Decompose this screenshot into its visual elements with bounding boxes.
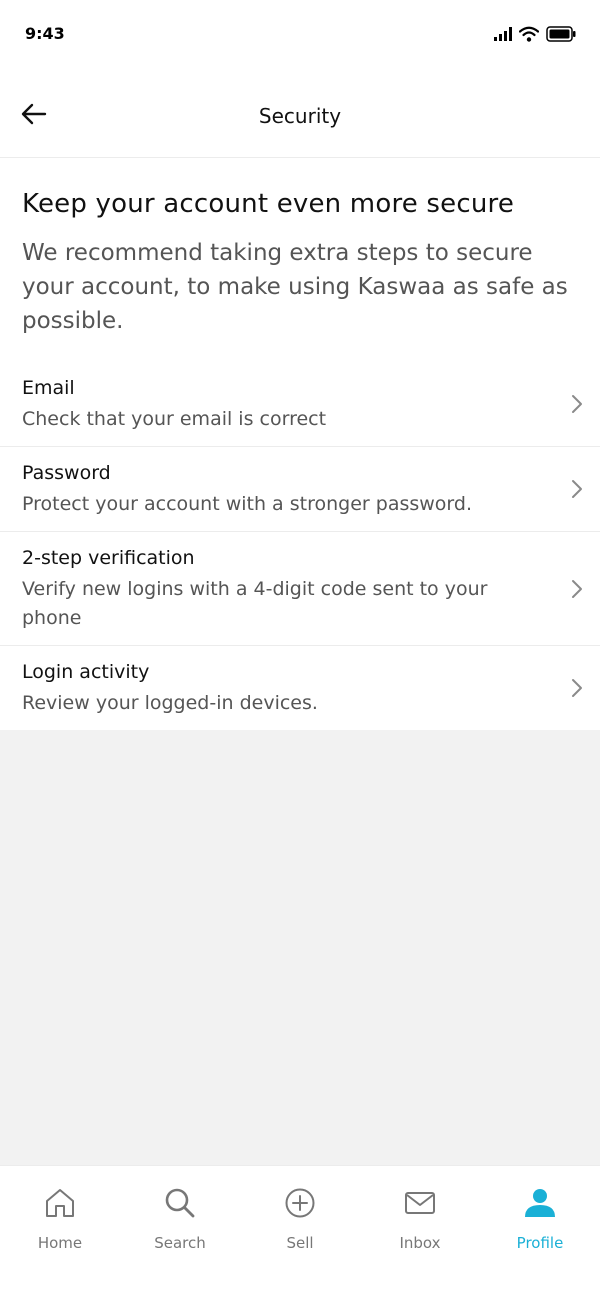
wifi-icon <box>519 26 539 42</box>
nav-sell[interactable]: Sell <box>240 1166 360 1300</box>
nav-search[interactable]: Search <box>120 1166 240 1300</box>
nav-home[interactable]: Home <box>0 1166 120 1300</box>
intro-heading: Keep your account even more secure <box>22 189 515 219</box>
option-subtitle: Verify new logins with a 4-digit code se… <box>22 578 488 629</box>
page-title: Security <box>258 104 342 128</box>
option-subtitle: Protect your account with a stronger pas… <box>22 493 472 515</box>
app-bar: Security <box>0 70 600 158</box>
option-title: Password <box>22 462 111 484</box>
nav-inbox[interactable]: Inbox <box>360 1166 480 1300</box>
option-password[interactable]: Password Protect your account with a str… <box>0 447 600 532</box>
security-screen: 9:43 Security Keep your account even mor… <box>0 0 600 1300</box>
mail-icon <box>403 1186 437 1220</box>
user-icon <box>523 1186 557 1220</box>
plus-circle-icon <box>283 1186 317 1220</box>
nav-profile[interactable]: Profile <box>480 1166 600 1300</box>
option-subtitle: Review your logged-in devices. <box>22 692 318 714</box>
option-subtitle: Check that your email is correct <box>22 408 327 430</box>
chevron-right-icon <box>572 395 582 413</box>
battery-icon <box>546 26 576 42</box>
chevron-right-icon <box>572 480 582 498</box>
bottom-nav: Home Search Sell Inbox Profile <box>0 1165 600 1300</box>
signal-icon <box>494 27 512 41</box>
nav-label: Profile <box>516 1234 564 1252</box>
search-icon <box>163 1186 197 1220</box>
option-login-activity[interactable]: Login activity Review your logged-in dev… <box>0 646 600 730</box>
nav-label: Inbox <box>399 1234 441 1252</box>
option-title: Login activity <box>22 661 150 683</box>
option-email[interactable]: Email Check that your email is correct <box>0 362 600 447</box>
security-content: Keep your account even more secure We re… <box>0 158 600 730</box>
status-time: 9:43 <box>25 24 65 43</box>
status-bar: 9:43 <box>0 0 600 70</box>
chevron-right-icon <box>572 579 582 598</box>
option-title: Email <box>22 377 75 399</box>
status-icons <box>494 25 576 43</box>
option-title: 2-step verification <box>22 547 195 569</box>
option-2-step-verification[interactable]: 2-step verification Verify new logins wi… <box>0 532 600 646</box>
home-icon <box>43 1186 77 1220</box>
chevron-right-icon <box>572 679 582 697</box>
intro-section: Keep your account even more secure We re… <box>0 158 600 362</box>
nav-label: Home <box>37 1234 83 1252</box>
intro-body: We recommend taking extra steps to secur… <box>22 240 568 334</box>
nav-label: Search <box>154 1234 206 1252</box>
nav-label: Sell <box>286 1234 314 1252</box>
